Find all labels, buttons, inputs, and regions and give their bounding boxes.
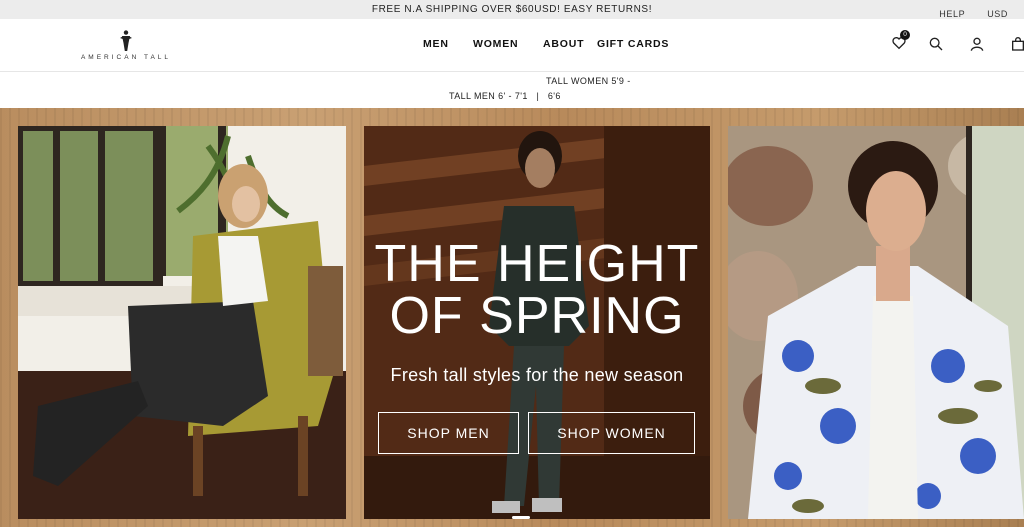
announcement-bar: FREE N.A SHIPPING OVER $60USD! EASY RETU… <box>0 0 1024 19</box>
hero-title-line-1: THE HEIGHT <box>374 235 700 293</box>
size-range-men: TALL MEN 6' - 7'1 | 6'6 <box>449 91 561 101</box>
utility-links: HELP USD <box>939 9 1008 19</box>
nav-women[interactable]: WOMEN <box>473 38 518 50</box>
search-icon[interactable] <box>928 33 948 53</box>
nav-about[interactable]: ABOUT <box>543 38 584 50</box>
carousel-indicator[interactable] <box>512 516 530 519</box>
size-range-strip: TALL WOMEN 5'9 - TALL MEN 6' - 7'1 | 6'6 <box>0 72 1024 108</box>
shop-women-button[interactable]: SHOP WOMEN <box>528 412 695 454</box>
shop-men-button[interactable]: SHOP MEN <box>378 412 519 454</box>
help-link[interactable]: HELP <box>939 9 965 19</box>
bag-icon[interactable] <box>1010 33 1024 53</box>
size-range-women: TALL WOMEN 5'9 - <box>546 76 631 86</box>
header-icons: 0 <box>864 30 1024 59</box>
wishlist-count: 0 <box>900 30 910 40</box>
brand-wordmark: AMERICAN TALL <box>80 54 172 61</box>
hero-photo-men-right <box>728 126 1024 519</box>
currency-selector[interactable]: USD <box>987 9 1008 19</box>
announcement-text: FREE N.A SHIPPING OVER $60USD! EASY RETU… <box>371 4 653 15</box>
nav-gift-cards[interactable]: GIFT CARDS <box>597 38 669 50</box>
hero-title-line-2: OF SPRING <box>389 287 685 345</box>
heart-icon[interactable]: 0 <box>891 30 911 53</box>
user-icon[interactable] <box>969 33 989 53</box>
main-header: AMERICAN TALL MEN WOMEN ABOUT GIFT CARDS… <box>0 20 1024 72</box>
hero-photo-women <box>18 126 346 519</box>
nav-men[interactable]: MEN <box>423 38 449 50</box>
hero-subtitle: Fresh tall styles for the new season <box>390 365 684 385</box>
hero-banner: THE HEIGHT OF SPRING Fresh tall styles f… <box>0 108 1024 527</box>
hero-title: THE HEIGHT OF SPRING <box>364 238 710 342</box>
